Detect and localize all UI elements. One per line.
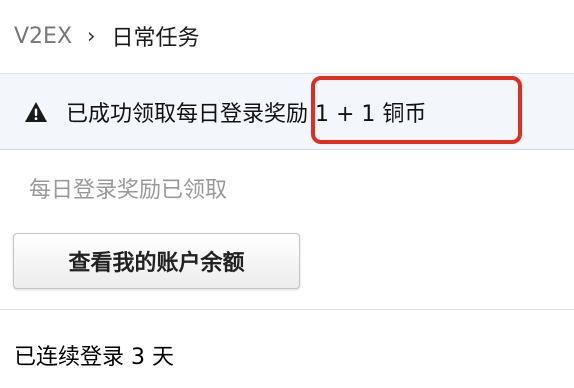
breadcrumb-site-link[interactable]: V2EX — [14, 24, 72, 49]
divider — [0, 309, 574, 310]
claimed-status-text: 每日登录奖励已领取 — [29, 178, 228, 203]
success-alert: 已成功领取每日登录奖励 1 + 1 铜币 — [0, 73, 574, 150]
alert-message: 已成功领取每日登录奖励 1 + 1 铜币 — [66, 101, 427, 127]
view-balance-button[interactable]: 查看我的账户余额 — [13, 233, 300, 289]
breadcrumb-separator: › — [87, 24, 96, 48]
login-streak-text: 已连续登录 3 天 — [14, 345, 174, 370]
warning-icon — [24, 101, 48, 123]
breadcrumb: V2EX › 日常任务 — [0, 0, 574, 72]
page-title: 日常任务 — [111, 26, 200, 51]
